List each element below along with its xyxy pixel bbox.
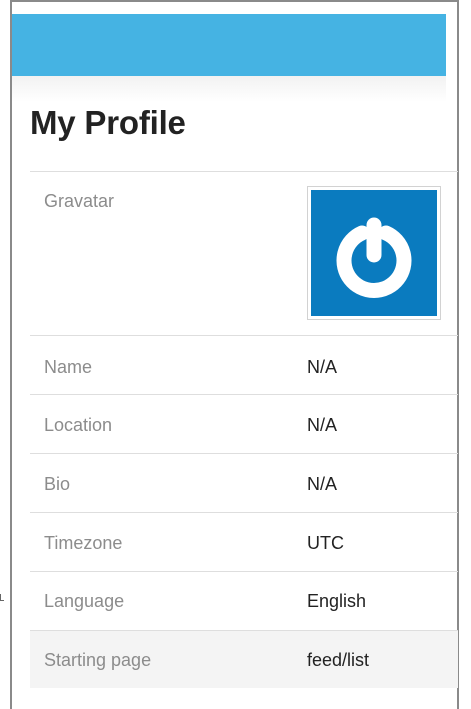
bio-label: Bio — [44, 474, 71, 494]
gravatar-logo-icon — [311, 190, 437, 316]
name-value: N/A — [307, 357, 338, 377]
profile-row-starting-page: Starting page feed/list — [30, 630, 458, 688]
window-edge-mark — [0, 594, 4, 601]
header-shadow — [12, 76, 446, 102]
profile-row-language: Language English — [30, 571, 458, 630]
timezone-value: UTC — [307, 533, 344, 553]
profile-row-gravatar: Gravatar — [30, 171, 458, 335]
language-label: Language — [44, 591, 125, 611]
bio-value: N/A — [307, 474, 338, 494]
profile-row-bio: Bio N/A — [30, 453, 458, 512]
language-value: English — [307, 591, 367, 611]
gravatar-label: Gravatar — [44, 191, 115, 211]
name-label: Name — [44, 357, 93, 377]
timezone-label: Timezone — [44, 533, 123, 553]
avatar[interactable] — [307, 186, 441, 320]
header-bar — [12, 14, 446, 76]
starting-page-value: feed/list — [307, 650, 370, 670]
location-value: N/A — [307, 415, 338, 435]
location-label: Location — [44, 415, 113, 435]
profile-row-timezone: Timezone UTC — [30, 512, 458, 571]
profile-row-name: Name N/A — [30, 335, 458, 394]
power-symbol-icon — [336, 217, 412, 298]
profile-row-location: Location N/A — [30, 394, 458, 453]
starting-page-label: Starting page — [44, 650, 152, 670]
page-title: My Profile — [30, 104, 186, 141]
